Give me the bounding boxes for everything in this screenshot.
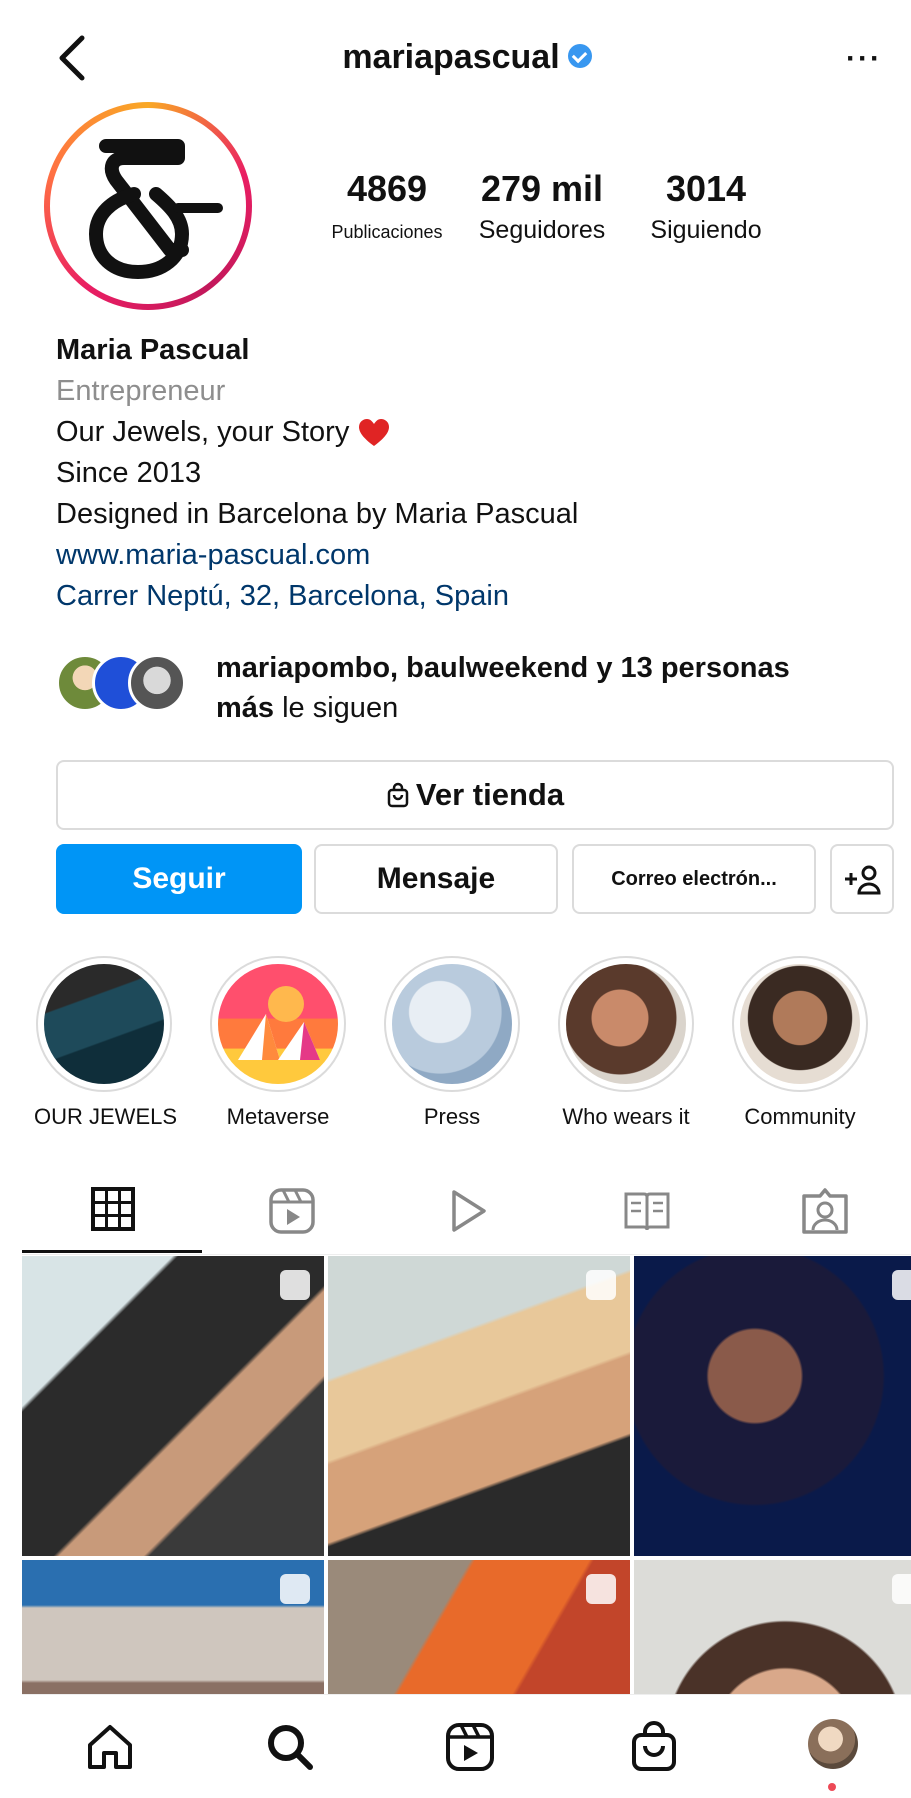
- message-button[interactable]: Mensaje: [314, 844, 558, 914]
- shopping-bag-icon: [586, 1574, 616, 1604]
- post-thumbnail[interactable]: [22, 1560, 324, 1706]
- guide-icon[interactable]: [622, 1186, 682, 1242]
- highlight-who-wears-it[interactable]: Who wears it: [556, 956, 696, 1130]
- highlight-ring: [210, 956, 346, 1092]
- post-thumbnail[interactable]: [22, 1256, 324, 1556]
- highlight-ring: [384, 956, 520, 1092]
- highlight-label: OUR JEWELS: [34, 1104, 178, 1129]
- stat-following-label: Siguiendo: [650, 216, 762, 244]
- address-link[interactable]: Carrer Neptú, 32, Barcelona, Spain: [56, 576, 886, 617]
- followed-by-suffix: le siguen: [282, 692, 399, 724]
- follower-avatar-3: [128, 654, 186, 712]
- username-text: mariapascual: [342, 38, 560, 76]
- highlight-thumbnail: [740, 964, 860, 1084]
- website-link[interactable]: www.maria-pascual.com: [56, 535, 886, 576]
- search-icon[interactable]: [262, 1719, 318, 1775]
- profile-avatar[interactable]: [808, 1719, 858, 1769]
- notification-dot: [828, 1783, 836, 1791]
- highlight-ring: [558, 956, 694, 1092]
- stat-followers-label: Seguidores: [478, 216, 606, 244]
- followed-by-text: mariapombo, baulweekend y 13 personas má…: [216, 648, 911, 728]
- email-button[interactable]: Correo electrón...: [572, 844, 816, 914]
- red-heart-icon: [359, 419, 390, 447]
- bottom-navigation: [22, 1694, 911, 1798]
- highlight-thumbnail: [44, 964, 164, 1084]
- view-shop-button[interactable]: Ver tienda: [56, 760, 894, 830]
- stat-posts-label: Publicaciones: [331, 222, 443, 242]
- more-horizontal-icon[interactable]: ···: [846, 42, 882, 76]
- post-thumbnail[interactable]: [634, 1256, 911, 1556]
- highlight-label: Community: [744, 1104, 856, 1129]
- email-label: Correo electrón...: [611, 868, 777, 890]
- carousel-icon: [892, 1574, 911, 1604]
- avatar: [50, 108, 246, 304]
- highlight-press[interactable]: Press: [382, 956, 522, 1130]
- reels-icon[interactable]: [267, 1186, 327, 1242]
- bio-line-1: Our Jewels, your Story: [56, 412, 886, 453]
- view-shop-label: Ver tienda: [415, 777, 565, 812]
- stat-following[interactable]: 3014 Siguiendo: [626, 168, 786, 245]
- shopping-bag-icon: [280, 1270, 310, 1300]
- verified-badge-icon: [567, 44, 592, 69]
- profile-name: Maria Pascual: [56, 334, 250, 366]
- play-icon[interactable]: [442, 1186, 502, 1242]
- highlight-label: Metaverse: [226, 1104, 330, 1129]
- bio-line-3: Designed in Barcelona by Maria Pascual: [56, 498, 579, 530]
- followed-by-names: mariapombo, baulweekend y 13 personas: [216, 652, 790, 684]
- post-thumbnail[interactable]: [328, 1560, 630, 1706]
- profile-category: Entrepreneur: [56, 375, 226, 407]
- message-label: Mensaje: [376, 862, 496, 895]
- shop-icon[interactable]: [626, 1719, 682, 1775]
- add-person-button[interactable]: [830, 844, 894, 914]
- reels-icon: [280, 1574, 310, 1604]
- stat-following-value: 3014: [665, 168, 747, 209]
- reels-icon[interactable]: [442, 1719, 498, 1775]
- home-icon[interactable]: [82, 1719, 138, 1775]
- highlight-thumbnail: [392, 964, 512, 1084]
- stat-posts: 4869 Publicaciones: [312, 168, 462, 243]
- profile-screen: mariapascual ··· 4869 Publicaciones 279 …: [22, 0, 911, 1798]
- followed-by-mas: más: [216, 692, 275, 724]
- stat-followers-value: 279 mil: [480, 168, 604, 209]
- highlight-community[interactable]: Community: [730, 956, 870, 1130]
- post-thumbnail[interactable]: [328, 1256, 630, 1556]
- tagged-icon[interactable]: [800, 1186, 860, 1242]
- stat-followers[interactable]: 279 mil Seguidores: [462, 168, 622, 245]
- reels-icon: [892, 1270, 911, 1300]
- active-tab-indicator: [22, 1250, 202, 1253]
- stat-posts-value: 4869: [346, 168, 428, 209]
- profile-tabs: [22, 1168, 911, 1255]
- bio-line-1-text: Our Jewels, your Story: [56, 416, 350, 448]
- top-bar: mariapascual ···: [22, 20, 911, 100]
- avatar-story-ring[interactable]: [44, 102, 252, 310]
- highlight-thumbnail: [218, 964, 338, 1084]
- highlight-ring: [36, 956, 172, 1092]
- followed-by[interactable]: mariapombo, baulweekend y 13 personas má…: [56, 648, 896, 728]
- metaverse-logo-icon: [238, 986, 320, 1060]
- username-title: mariapascual: [22, 38, 911, 77]
- highlight-label: Who wears it: [562, 1104, 690, 1129]
- post-thumbnail[interactable]: [634, 1560, 911, 1706]
- profile-bio: Maria Pascual Entrepreneur Our Jewels, y…: [56, 330, 886, 617]
- carousel-icon: [586, 1270, 616, 1300]
- ampersand-logo-icon: [88, 139, 223, 280]
- follow-label: Seguir: [132, 862, 226, 895]
- shopping-bag-icon: [387, 782, 409, 808]
- highlight-thumbnail: [566, 964, 686, 1084]
- add-person-icon: [845, 865, 881, 895]
- highlight-our-jewels[interactable]: OUR JEWELS: [34, 956, 178, 1130]
- highlight-label: Press: [423, 1104, 481, 1129]
- posts-grid: [22, 1256, 911, 1706]
- bio-line-2: Since 2013: [56, 457, 202, 489]
- highlight-ring: [732, 956, 868, 1092]
- highlight-metaverse[interactable]: Metaverse: [208, 956, 348, 1130]
- follow-button[interactable]: Seguir: [56, 844, 302, 914]
- grid-icon[interactable]: [90, 1186, 150, 1242]
